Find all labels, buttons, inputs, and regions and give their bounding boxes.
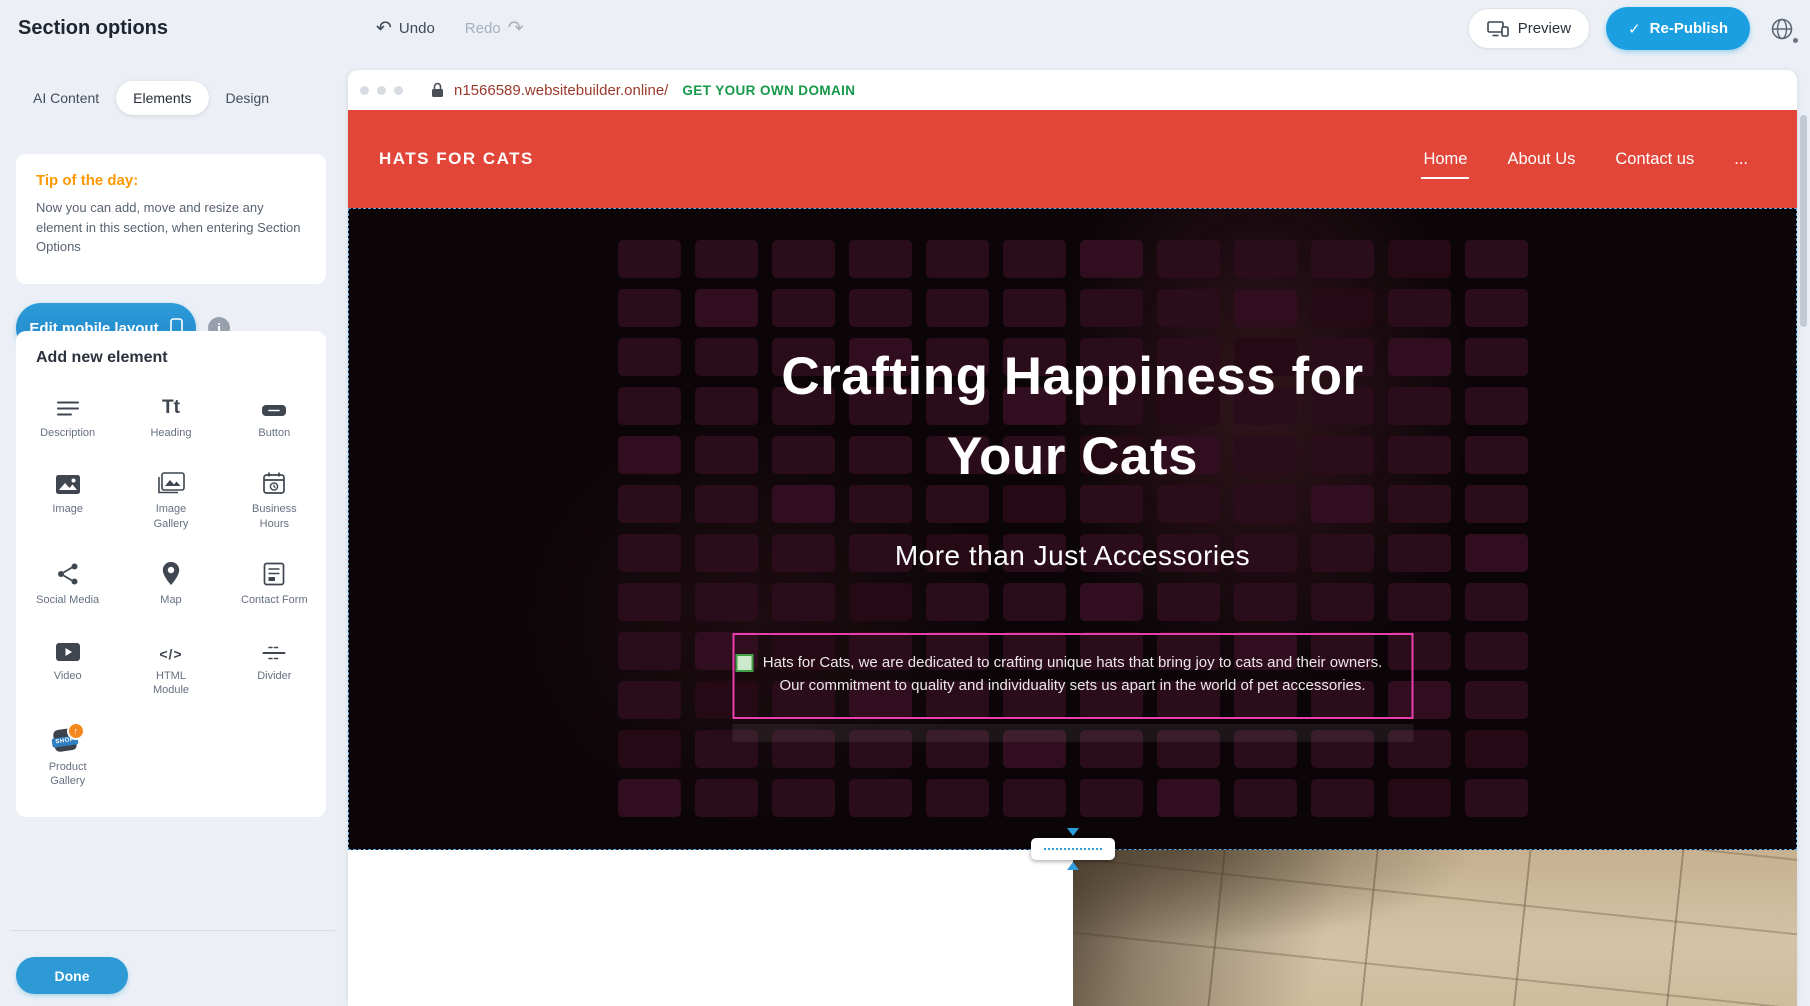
element-video[interactable]: Video	[22, 634, 114, 698]
button-icon	[261, 391, 287, 419]
heading-icon: Tt	[162, 391, 180, 419]
nav-more-ellipsis[interactable]: ...	[1732, 144, 1750, 175]
element-business-hours[interactable]: Business Hours	[228, 467, 320, 531]
tab-ai-content[interactable]: AI Content	[16, 81, 116, 115]
element-image-gallery[interactable]: Image Gallery	[125, 467, 217, 531]
globe-icon	[1769, 16, 1795, 42]
video-icon	[55, 634, 81, 662]
element-button[interactable]: Button	[228, 391, 320, 440]
sidebar-tabs: AI Content Elements Design	[16, 81, 332, 115]
nav-about-us[interactable]: About Us	[1505, 144, 1577, 175]
element-placeholder-bar	[732, 724, 1413, 742]
republish-button[interactable]: ✓ Re-Publish	[1606, 7, 1750, 50]
website-canvas: HATS FOR CATS Home About Us Contact us .…	[348, 110, 1797, 1006]
pavement-photo	[1073, 850, 1797, 1006]
get-domain-link[interactable]: GET YOUR OWN DOMAIN	[682, 83, 855, 98]
image-gallery-icon	[157, 467, 185, 495]
site-preview-window: n1566589.websitebuilder.online/ GET YOUR…	[348, 70, 1797, 1006]
undo-button[interactable]: ↶ Undo	[376, 19, 435, 38]
arrow-up-icon	[1067, 862, 1079, 870]
element-divider[interactable]: Divider	[228, 634, 320, 698]
nav-contact-us[interactable]: Contact us	[1613, 144, 1696, 175]
site-header[interactable]: HATS FOR CATS Home About Us Contact us .…	[348, 110, 1797, 208]
tip-body: Now you can add, move and resize any ele…	[36, 198, 306, 257]
element-grid: Description Tt Heading Button Ima	[16, 391, 326, 788]
drag-handle-pill[interactable]	[1031, 838, 1115, 860]
devices-icon	[1487, 21, 1509, 37]
topbar-actions: Preview ✓ Re-Publish	[1468, 0, 1798, 57]
hero-paragraph: Hats for Cats, we are dedicated to craft…	[734, 651, 1411, 697]
social-media-icon	[56, 558, 80, 586]
preview-button[interactable]: Preview	[1468, 8, 1590, 49]
upgrade-badge-icon: ↑	[67, 722, 85, 740]
element-html-module[interactable]: </> HTML Module	[125, 634, 217, 698]
element-heading[interactable]: Tt Heading	[125, 391, 217, 440]
element-product-gallery[interactable]: SHOP ↑ Product Gallery	[22, 725, 114, 789]
tab-elements[interactable]: Elements	[116, 81, 208, 115]
section-height-handle[interactable]	[1031, 828, 1115, 870]
undo-label: Undo	[399, 20, 435, 37]
site-url[interactable]: n1566589.websitebuilder.online/	[454, 82, 668, 99]
website-builder-app: Section options ↶ Undo Redo ↷ Preview ✓ …	[0, 0, 1810, 1006]
nav-home[interactable]: Home	[1421, 144, 1469, 175]
hero-subheading[interactable]: More than Just Accessories	[349, 539, 1796, 573]
lock-icon	[431, 82, 444, 98]
check-icon: ✓	[1628, 20, 1641, 38]
product-gallery-icon: SHOP ↑	[53, 725, 83, 753]
arrow-down-icon	[1067, 828, 1079, 836]
vertical-scrollbar[interactable]	[1800, 115, 1807, 327]
site-nav: Home About Us Contact us ...	[1421, 110, 1750, 208]
top-toolbar: Section options ↶ Undo Redo ↷ Preview ✓ …	[0, 0, 1810, 57]
add-element-panel: Add new element Description Tt Heading	[16, 331, 326, 817]
tab-design[interactable]: Design	[209, 81, 287, 115]
divider-icon	[262, 634, 286, 662]
browser-chrome-bar: n1566589.websitebuilder.online/ GET YOUR…	[348, 70, 1797, 110]
next-section[interactable]	[348, 850, 1797, 1006]
globe-badge-dot	[1793, 38, 1798, 43]
tip-title: Tip of the day:	[36, 172, 306, 189]
history-controls: ↶ Undo Redo ↷	[376, 0, 524, 57]
tip-of-the-day-card: Tip of the day: Now you can add, move an…	[16, 154, 326, 284]
image-icon	[55, 467, 81, 495]
business-hours-icon	[262, 467, 286, 495]
element-contact-form[interactable]: Contact Form	[228, 558, 320, 607]
section-options-sidebar: AI Content Elements Design Tip of the da…	[0, 57, 348, 1006]
description-icon	[56, 391, 80, 419]
selected-hero-section[interactable]: Crafting Happiness for Your Cats More th…	[348, 208, 1797, 850]
page-title: Section options	[18, 0, 168, 57]
undo-icon: ↶	[376, 19, 392, 38]
language-globe-button[interactable]	[1766, 13, 1798, 45]
html-module-icon: </>	[159, 634, 182, 662]
element-description[interactable]: Description	[22, 391, 114, 440]
element-resize-handle[interactable]	[735, 654, 753, 672]
map-pin-icon	[161, 558, 181, 586]
contact-form-icon	[263, 558, 285, 586]
site-logo[interactable]: HATS FOR CATS	[379, 110, 534, 208]
redo-icon: ↷	[508, 19, 524, 38]
redo-label: Redo	[465, 20, 501, 37]
add-element-title: Add new element	[36, 349, 326, 367]
element-social-media[interactable]: Social Media	[22, 558, 114, 607]
selected-paragraph-element[interactable]: Hats for Cats, we are dedicated to craft…	[732, 633, 1413, 719]
element-map[interactable]: Map	[125, 558, 217, 607]
hero-heading[interactable]: Crafting Happiness for Your Cats	[349, 337, 1796, 497]
window-control-dots	[360, 86, 403, 95]
done-button[interactable]: Done	[16, 957, 128, 994]
republish-label: Re-Publish	[1650, 20, 1728, 37]
element-image[interactable]: Image	[22, 467, 114, 531]
preview-label: Preview	[1518, 20, 1571, 37]
redo-button[interactable]: Redo ↷	[465, 19, 524, 38]
sidebar-divider	[10, 930, 335, 931]
